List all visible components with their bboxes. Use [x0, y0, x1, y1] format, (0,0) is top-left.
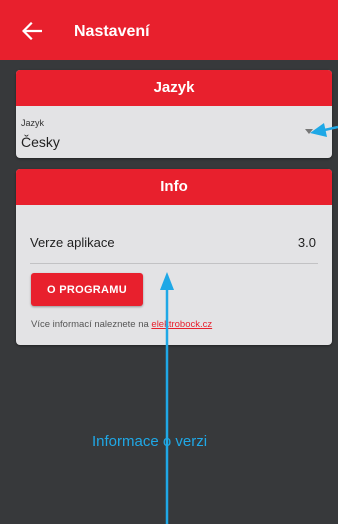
- version-label: Verze aplikace: [30, 235, 115, 250]
- language-select-label: Jazyk: [21, 118, 45, 128]
- language-select-value[interactable]: Česky: [21, 134, 60, 150]
- language-card-header: Jazyk: [16, 70, 332, 106]
- arrow-left-icon[interactable]: [22, 22, 42, 40]
- more-info-text: Více informací naleznete na elektrobock.…: [31, 319, 212, 330]
- language-card: Jazyk Jazyk Česky: [16, 70, 332, 158]
- version-row: Verze aplikace 3.0: [30, 233, 318, 264]
- annotation-label: Informace o verzi: [92, 433, 208, 450]
- page-title: Nastavení: [74, 23, 150, 40]
- app-bar: Nastavení: [0, 0, 338, 60]
- version-value: 3.0: [297, 235, 316, 250]
- more-info-prefix: Více informací naleznete na: [31, 319, 152, 330]
- website-link[interactable]: elektrobock.cz: [151, 319, 212, 330]
- about-button[interactable]: O PROGRAMU: [31, 273, 143, 306]
- info-card-header: Info: [16, 169, 332, 205]
- language-select[interactable]: Jazyk Česky: [16, 106, 332, 158]
- dropdown-arrow-icon[interactable]: [305, 129, 313, 134]
